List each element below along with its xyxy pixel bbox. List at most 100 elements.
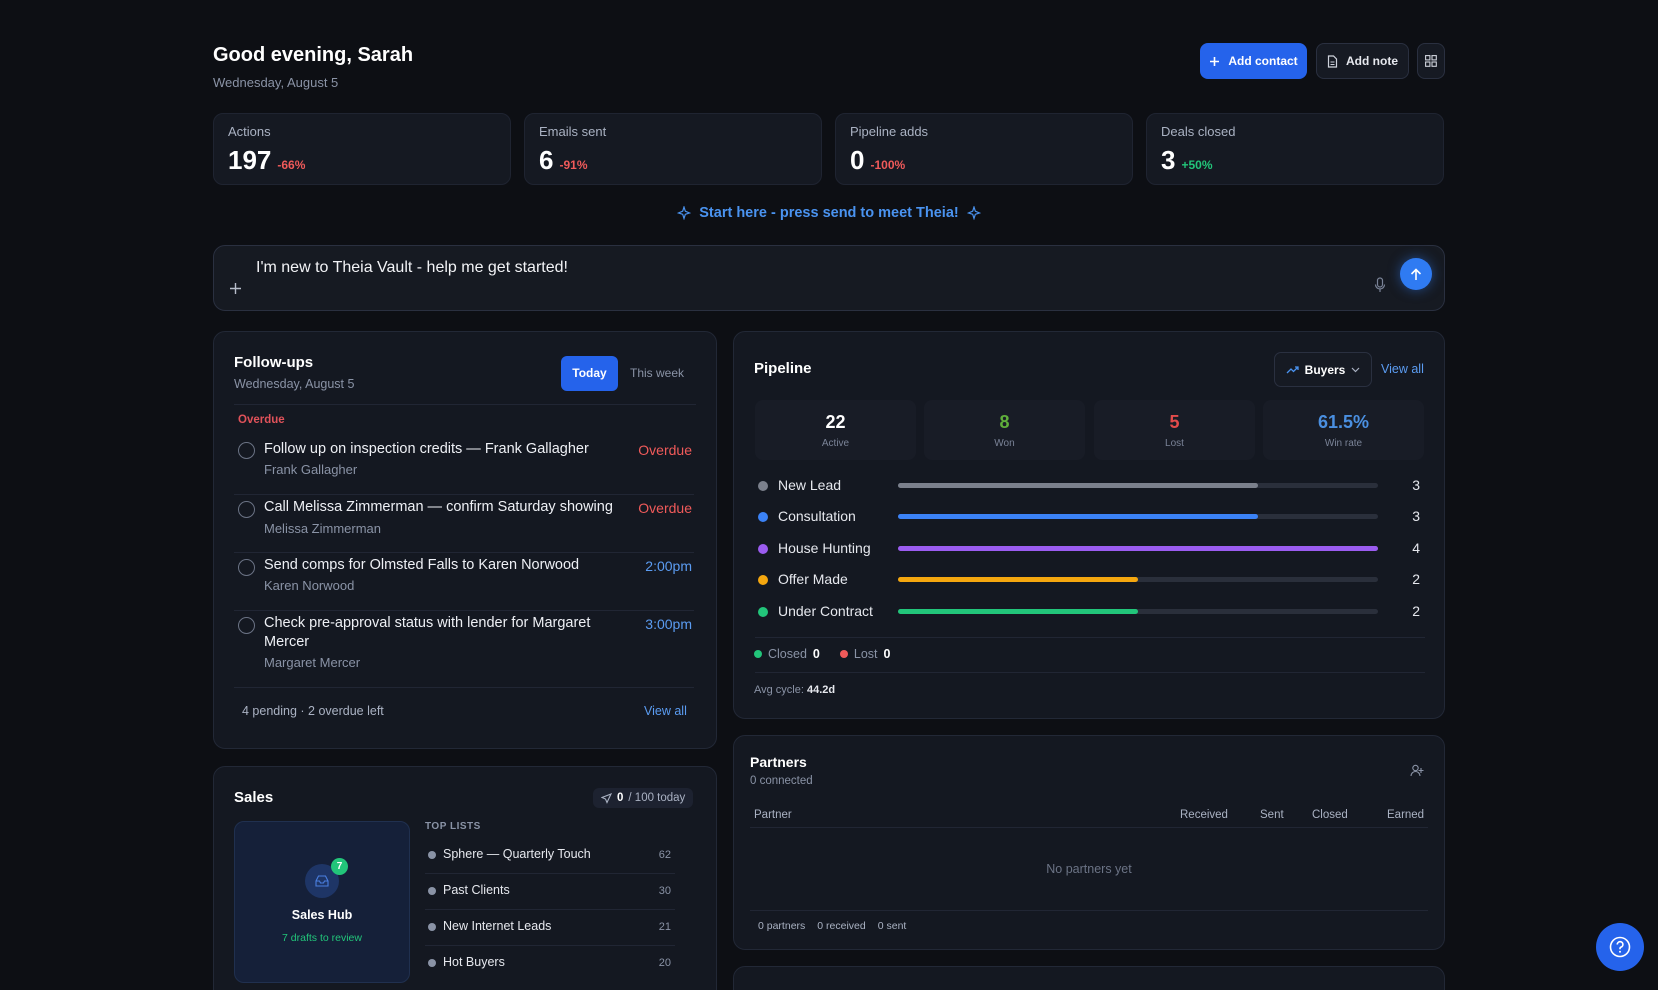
task-row[interactable]: Send comps for Olmsted Falls to Karen No…	[234, 553, 694, 611]
list-item[interactable]: Past Clients 30	[425, 874, 675, 910]
stage-dot	[758, 607, 768, 617]
stat-label: Deals closed	[1161, 124, 1236, 139]
start-banner[interactable]: Start here - press send to meet Theia!	[0, 205, 1658, 221]
stat-label: Pipeline adds	[850, 124, 929, 139]
filter-label: Buyers	[1304, 362, 1346, 377]
pipeline-stage[interactable]: Under Contract 2	[755, 602, 1420, 622]
pipeline-stage[interactable]: New Lead 3	[755, 476, 1420, 496]
partners-empty-state: No partners yet	[1046, 862, 1132, 876]
sparkle-icon	[677, 206, 692, 220]
list-item[interactable]: Hot Buyers 20	[425, 946, 675, 982]
send-icon	[601, 792, 612, 804]
help-button[interactable]	[1596, 923, 1644, 971]
task-row[interactable]: Call Melissa Zimmerman — confirm Saturda…	[234, 495, 694, 553]
pipeline-stage[interactable]: Consultation 3	[755, 507, 1420, 527]
sales-hub-subtitle: 7 drafts to review	[282, 932, 362, 944]
assistant-prompt-box[interactable]: I'm new to Theia Vault - help me get sta…	[213, 245, 1445, 311]
stat-card-deals-closed: Deals closed 3 +50%	[1146, 113, 1444, 185]
task-checkbox[interactable]	[238, 617, 255, 634]
send-count: 0	[617, 792, 624, 804]
pipeline-stage[interactable]: Offer Made 2	[755, 570, 1420, 590]
task-status: 3:00pm	[645, 616, 692, 632]
followups-date: Wednesday, August 5	[234, 377, 355, 391]
lost-value: 0	[883, 647, 891, 661]
microphone-icon[interactable]	[1374, 277, 1386, 293]
pipeline-view-all[interactable]: View all	[1381, 362, 1424, 376]
pipeline-stat-active: 22 Active	[755, 400, 916, 460]
divider	[750, 827, 1428, 828]
followups-footer: 4 pending · 2 overdue left	[242, 704, 384, 718]
sales-hub-tile[interactable]: 7 Sales Hub 7 drafts to review	[234, 821, 410, 983]
grid-icon	[1425, 55, 1437, 67]
stage-count: 3	[1412, 508, 1420, 524]
task-checkbox[interactable]	[238, 559, 255, 576]
followups-view-all[interactable]: View all	[644, 704, 687, 718]
add-note-button[interactable]: Add note	[1316, 43, 1409, 79]
plus-icon[interactable]	[229, 282, 242, 295]
stage-count: 2	[1412, 603, 1420, 619]
list-item[interactable]: New Internet Leads 21	[425, 910, 675, 946]
avg-cycle-label: Avg cycle:	[754, 684, 804, 696]
list-name: Hot Buyers	[443, 955, 505, 969]
closed-label: Closed	[768, 647, 807, 661]
stat-label: Lost	[1165, 438, 1184, 449]
stat-card-pipeline-adds: Pipeline adds 0 -100%	[835, 113, 1133, 185]
column-header-partner: Partner	[754, 809, 792, 821]
stage-bar-track	[898, 577, 1378, 582]
add-contact-label: Add contact	[1228, 54, 1298, 68]
next-card	[733, 966, 1445, 990]
list-dot	[428, 923, 436, 931]
stage-bar-fill	[898, 514, 1258, 519]
layout-grid-button[interactable]	[1417, 43, 1445, 79]
stat-delta: -66%	[277, 158, 306, 172]
lost-label: Lost	[853, 647, 878, 661]
tab-today[interactable]: Today	[561, 356, 618, 391]
task-row[interactable]: Check pre-approval status with lender fo…	[234, 611, 694, 688]
task-contact: Frank Gallagher	[264, 462, 358, 477]
closed-dot	[754, 650, 762, 658]
divider	[755, 637, 1425, 638]
pipeline-title: Pipeline	[754, 360, 812, 377]
plus-icon	[1209, 56, 1220, 67]
list-count: 21	[658, 921, 671, 933]
stat-value: 8	[999, 412, 1010, 432]
column-header-sent: Sent	[1260, 809, 1284, 821]
add-partner-icon[interactable]	[1410, 764, 1424, 777]
stat-delta: -100%	[870, 158, 906, 172]
stat-value: 22	[825, 412, 846, 432]
followups-card: Follow-ups Wednesday, August 5 Today Thi…	[213, 331, 717, 749]
stat-label: Emails sent	[539, 124, 607, 139]
task-row[interactable]: Follow up on inspection credits — Frank …	[234, 438, 694, 495]
stat-value: 197	[228, 145, 272, 175]
stat-delta: +50%	[1181, 158, 1213, 172]
partners-sent: 0 sent	[877, 920, 907, 932]
stat-value: 5	[1169, 412, 1180, 432]
task-checkbox[interactable]	[238, 501, 255, 518]
send-button[interactable]	[1400, 258, 1432, 290]
list-item[interactable]: Sphere — Quarterly Touch 62	[425, 838, 675, 874]
stage-bar-track	[898, 609, 1378, 614]
stage-name: New Lead	[778, 477, 842, 493]
stage-name: House Hunting	[778, 540, 871, 556]
add-contact-button[interactable]: Add contact	[1200, 43, 1307, 79]
stage-dot	[758, 481, 768, 491]
stage-bar-fill	[898, 483, 1258, 488]
pipeline-stage[interactable]: House Hunting 4	[755, 539, 1420, 559]
task-checkbox[interactable]	[238, 442, 255, 459]
stat-value: 6	[539, 145, 554, 175]
list-count: 30	[658, 885, 671, 897]
partners-count: 0 partners	[758, 920, 806, 932]
stage-bar-fill	[898, 577, 1138, 582]
tab-this-week[interactable]: This week	[622, 356, 692, 391]
prompt-text[interactable]: I'm new to Theia Vault - help me get sta…	[256, 259, 568, 277]
list-name: New Internet Leads	[443, 919, 552, 933]
stage-count: 2	[1412, 571, 1420, 587]
list-name: Past Clients	[443, 883, 510, 897]
task-status: Overdue	[638, 500, 692, 516]
pipeline-stat-won: 8 Won	[924, 400, 1085, 460]
pipeline-filter-dropdown[interactable]: Buyers	[1274, 352, 1372, 387]
avg-cycle: Avg cycle: 44.2d	[754, 684, 835, 696]
top-lists-header: TOP LISTS	[425, 821, 481, 832]
divider	[755, 672, 1425, 673]
lost-dot	[839, 650, 848, 658]
